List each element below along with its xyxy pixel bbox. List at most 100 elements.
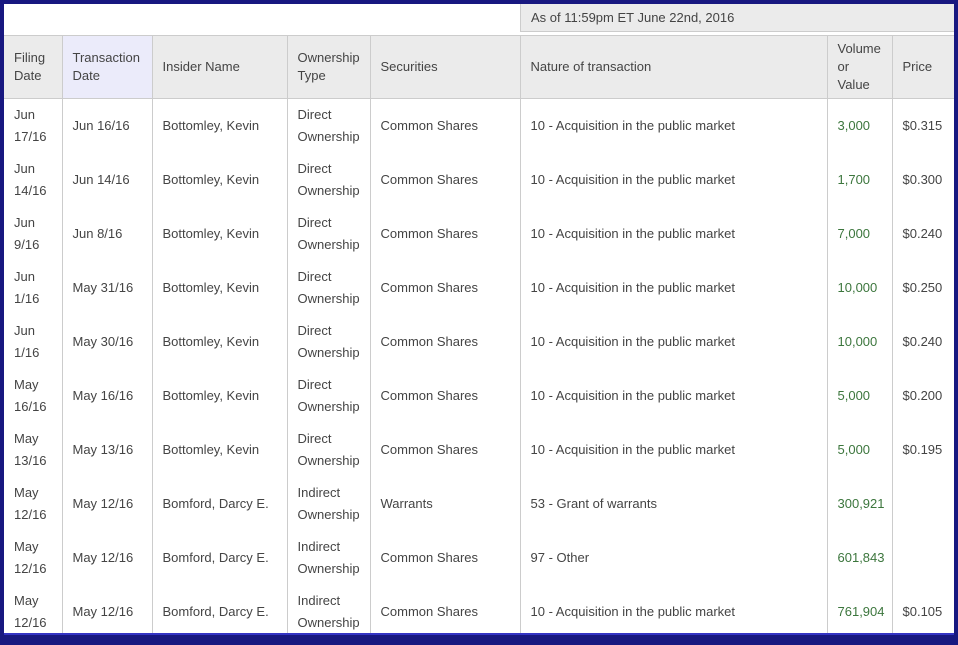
cell-volume: 1,700	[827, 153, 892, 207]
column-header-volume[interactable]: Volume or Value	[827, 36, 892, 99]
cell-ownership-type: Direct Ownership	[287, 99, 370, 154]
asof-timestamp: As of 11:59pm ET June 22nd, 2016	[520, 4, 954, 32]
table-row: May 12/16 May 12/16 Bomford, Darcy E. In…	[4, 585, 954, 633]
cell-transaction-date: May 13/16	[62, 423, 152, 477]
cell-volume: 601,843	[827, 531, 892, 585]
cell-ownership-type: Direct Ownership	[287, 423, 370, 477]
cell-transaction-date: Jun 16/16	[62, 99, 152, 154]
table-row: May 13/16 May 13/16 Bottomley, Kevin Dir…	[4, 423, 954, 477]
cell-securities: Common Shares	[370, 531, 520, 585]
cell-insider-name: Bomford, Darcy E.	[152, 585, 287, 633]
cell-nature: 10 - Acquisition in the public market	[520, 585, 827, 633]
cell-transaction-date: May 16/16	[62, 369, 152, 423]
cell-transaction-date: May 12/16	[62, 477, 152, 531]
column-header-price[interactable]: Price	[892, 36, 954, 99]
cell-filing-date: Jun 1/16	[4, 315, 62, 369]
table-row: Jun 17/16 Jun 16/16 Bottomley, Kevin Dir…	[4, 99, 954, 154]
cell-nature: 10 - Acquisition in the public market	[520, 207, 827, 261]
column-header-securities[interactable]: Securities	[370, 36, 520, 99]
table-row: Jun 9/16 Jun 8/16 Bottomley, Kevin Direc…	[4, 207, 954, 261]
cell-ownership-type: Direct Ownership	[287, 261, 370, 315]
bottom-accent-line	[4, 633, 954, 635]
cell-transaction-date: May 12/16	[62, 531, 152, 585]
table-row: May 12/16 May 12/16 Bomford, Darcy E. In…	[4, 531, 954, 585]
content-area: As of 11:59pm ET June 22nd, 2016 Filing …	[4, 4, 954, 633]
table-row: May 12/16 May 12/16 Bomford, Darcy E. In…	[4, 477, 954, 531]
column-header-nature[interactable]: Nature of transaction	[520, 36, 827, 99]
cell-filing-date: May 16/16	[4, 369, 62, 423]
cell-volume: 7,000	[827, 207, 892, 261]
cell-filing-date: Jun 9/16	[4, 207, 62, 261]
cell-securities: Common Shares	[370, 261, 520, 315]
cell-nature: 97 - Other	[520, 531, 827, 585]
column-header-filing-date[interactable]: Filing Date	[4, 36, 62, 99]
cell-securities: Common Shares	[370, 585, 520, 633]
cell-ownership-type: Direct Ownership	[287, 207, 370, 261]
table-row: Jun 1/16 May 30/16 Bottomley, Kevin Dire…	[4, 315, 954, 369]
cell-transaction-date: Jun 14/16	[62, 153, 152, 207]
cell-insider-name: Bottomley, Kevin	[152, 153, 287, 207]
cell-filing-date: May 12/16	[4, 477, 62, 531]
cell-securities: Common Shares	[370, 207, 520, 261]
cell-insider-name: Bottomley, Kevin	[152, 423, 287, 477]
table-row: Jun 14/16 Jun 14/16 Bottomley, Kevin Dir…	[4, 153, 954, 207]
cell-filing-date: May 12/16	[4, 531, 62, 585]
asof-bar: As of 11:59pm ET June 22nd, 2016	[4, 4, 954, 35]
column-header-ownership-type[interactable]: Ownership Type	[287, 36, 370, 99]
cell-volume: 10,000	[827, 261, 892, 315]
table-body: Jun 17/16 Jun 16/16 Bottomley, Kevin Dir…	[4, 99, 954, 634]
cell-filing-date: Jun 14/16	[4, 153, 62, 207]
asof-label: As of 11:59pm ET June 22nd, 2016	[531, 10, 734, 25]
header-row: Filing Date Transaction Date Insider Nam…	[4, 36, 954, 99]
cell-transaction-date: Jun 8/16	[62, 207, 152, 261]
cell-nature: 10 - Acquisition in the public market	[520, 99, 827, 154]
cell-volume: 5,000	[827, 369, 892, 423]
cell-price: $0.250	[892, 261, 954, 315]
cell-securities: Common Shares	[370, 423, 520, 477]
cell-price: $0.240	[892, 315, 954, 369]
cell-nature: 10 - Acquisition in the public market	[520, 369, 827, 423]
cell-securities: Common Shares	[370, 369, 520, 423]
cell-nature: 10 - Acquisition in the public market	[520, 261, 827, 315]
cell-insider-name: Bottomley, Kevin	[152, 99, 287, 154]
cell-transaction-date: May 30/16	[62, 315, 152, 369]
cell-insider-name: Bottomley, Kevin	[152, 207, 287, 261]
cell-ownership-type: Indirect Ownership	[287, 585, 370, 633]
cell-insider-name: Bomford, Darcy E.	[152, 531, 287, 585]
cell-nature: 10 - Acquisition in the public market	[520, 153, 827, 207]
cell-securities: Common Shares	[370, 153, 520, 207]
insider-transactions-table: Filing Date Transaction Date Insider Nam…	[4, 35, 954, 633]
cell-price: $0.300	[892, 153, 954, 207]
cell-price	[892, 531, 954, 585]
cell-volume: 5,000	[827, 423, 892, 477]
cell-nature: 53 - Grant of warrants	[520, 477, 827, 531]
page-frame: As of 11:59pm ET June 22nd, 2016 Filing …	[0, 0, 958, 645]
table-header: Filing Date Transaction Date Insider Nam…	[4, 36, 954, 99]
cell-price: $0.200	[892, 369, 954, 423]
cell-price: $0.240	[892, 207, 954, 261]
cell-price: $0.315	[892, 99, 954, 154]
cell-filing-date: Jun 1/16	[4, 261, 62, 315]
table-row: Jun 1/16 May 31/16 Bottomley, Kevin Dire…	[4, 261, 954, 315]
cell-securities: Warrants	[370, 477, 520, 531]
cell-filing-date: Jun 17/16	[4, 99, 62, 154]
cell-price: $0.195	[892, 423, 954, 477]
cell-nature: 10 - Acquisition in the public market	[520, 315, 827, 369]
cell-ownership-type: Direct Ownership	[287, 369, 370, 423]
column-header-transaction-date[interactable]: Transaction Date	[62, 36, 152, 99]
cell-ownership-type: Indirect Ownership	[287, 531, 370, 585]
cell-transaction-date: May 12/16	[62, 585, 152, 633]
cell-price	[892, 477, 954, 531]
cell-insider-name: Bottomley, Kevin	[152, 261, 287, 315]
cell-filing-date: May 12/16	[4, 585, 62, 633]
table-row: May 16/16 May 16/16 Bottomley, Kevin Dir…	[4, 369, 954, 423]
cell-volume: 300,921	[827, 477, 892, 531]
cell-volume: 10,000	[827, 315, 892, 369]
cell-insider-name: Bottomley, Kevin	[152, 315, 287, 369]
column-header-insider-name[interactable]: Insider Name	[152, 36, 287, 99]
cell-filing-date: May 13/16	[4, 423, 62, 477]
cell-ownership-type: Indirect Ownership	[287, 477, 370, 531]
cell-insider-name: Bomford, Darcy E.	[152, 477, 287, 531]
cell-transaction-date: May 31/16	[62, 261, 152, 315]
cell-nature: 10 - Acquisition in the public market	[520, 423, 827, 477]
